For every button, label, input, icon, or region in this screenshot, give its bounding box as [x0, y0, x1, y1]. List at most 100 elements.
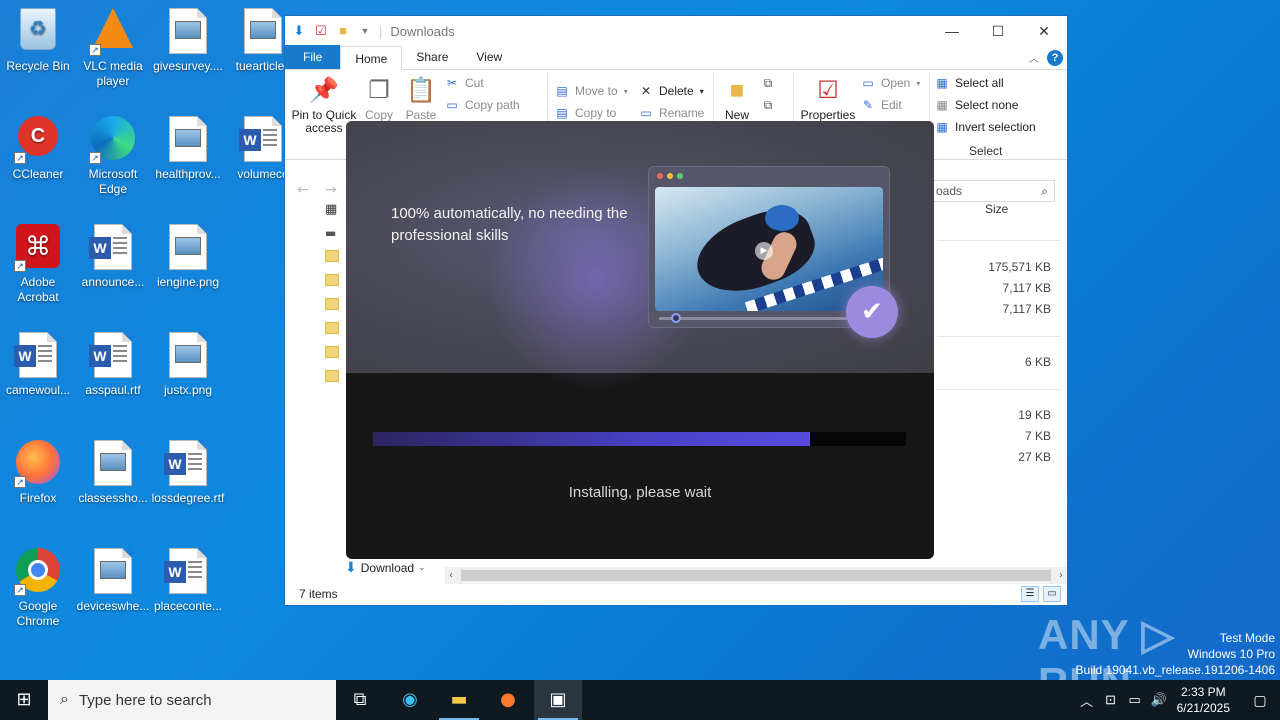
new-folder-icon: ■: [729, 77, 745, 104]
size-column-header[interactable]: Size: [985, 202, 1008, 216]
desktop-icon[interactable]: healthprov...: [150, 116, 226, 182]
details-view-icon[interactable]: ☰: [1021, 586, 1039, 602]
folder-icon: [325, 274, 339, 286]
desktop-icon-label: camewoul...: [5, 383, 71, 397]
tab-file[interactable]: File: [285, 45, 341, 69]
cut-button[interactable]: ✂ Cut: [445, 72, 520, 94]
installer-taskbar-icon[interactable]: ▣: [534, 680, 582, 720]
open-label: Open: [881, 76, 911, 90]
select-all-button[interactable]: ▦ Select all: [935, 72, 1036, 94]
rename-icon: ▭: [640, 106, 652, 120]
network-icon[interactable]: ▭: [1123, 692, 1147, 708]
desktop-icon[interactable]: Wannounce...: [75, 224, 151, 290]
taskbar-search-input[interactable]: ⌕ Type here to search: [48, 680, 336, 720]
desktop-icon[interactable]: ↗ Firefox: [0, 440, 76, 506]
clock[interactable]: 2:33 PM 6/21/2025: [1177, 684, 1230, 716]
help-icon[interactable]: ?: [1047, 50, 1063, 66]
task-view-icon[interactable]: ⧉: [336, 680, 384, 720]
installer-window[interactable]: 100% automatically, no needing the profe…: [346, 121, 934, 559]
firefox-taskbar-icon[interactable]: ●: [484, 680, 532, 720]
file-explorer-taskbar-icon[interactable]: ▬: [435, 680, 483, 720]
select-none-label: Select none: [955, 98, 1019, 112]
delete-button[interactable]: ✕ Delete ▾: [639, 80, 704, 102]
close-button[interactable]: ✕: [1021, 16, 1067, 46]
properties-check-icon[interactable]: ☑: [313, 23, 329, 39]
desktop-icon[interactable]: ↗ Microsoft Edge: [75, 116, 151, 197]
search-input[interactable]: oads ⌕: [933, 180, 1055, 202]
forward-arrow-icon[interactable]: →: [325, 182, 337, 198]
desktop-icon[interactable]: ↗ Google Chrome: [0, 548, 76, 629]
new-item-button[interactable]: ⧉: [761, 72, 775, 94]
watermark-line: Test Mode: [1219, 631, 1275, 645]
desktop-icon[interactable]: justx.png: [150, 332, 226, 398]
desktop-icon[interactable]: Wlossdegree.rtf: [150, 440, 226, 506]
customize-dropdown-icon[interactable]: ▼: [357, 23, 373, 39]
open-button[interactable]: ▭ Open ▾: [861, 72, 920, 94]
ribbon-tabs: File Home Share View ︿ ?: [285, 45, 1067, 70]
horizontal-scrollbar[interactable]: ‹ ›: [445, 567, 1067, 584]
file-size: 19 KB: [1018, 408, 1051, 422]
recycle-bin-icon: ♻: [14, 8, 62, 56]
maximize-button[interactable]: ☐: [975, 16, 1021, 46]
security-icon[interactable]: ⊡: [1099, 692, 1123, 708]
invert-selection-button[interactable]: ▦ Invert selection: [935, 116, 1035, 138]
desktop-icon[interactable]: ♻ Recycle Bin: [0, 8, 76, 74]
desktop-icon[interactable]: C ↗ CCleaner: [0, 116, 76, 182]
image-file-icon: [164, 332, 212, 380]
copy-path-button[interactable]: ▭ Copy path: [445, 94, 519, 116]
move-to-button[interactable]: ▤ Move to ▾: [555, 80, 627, 102]
desktop-icon[interactable]: classessho...: [75, 440, 151, 506]
file-size: 7,117 KB: [1002, 281, 1051, 295]
chevron-up-icon[interactable]: ︿: [1075, 691, 1099, 710]
select-none-button[interactable]: ▦ Select none: [935, 94, 1036, 116]
new-folder-button[interactable]: ■ New: [719, 76, 755, 122]
word-file-icon: W: [164, 440, 212, 488]
installer-headline: 100% automatically, no needing the profe…: [391, 205, 628, 244]
shortcut-arrow-icon: ↗: [14, 152, 26, 164]
large-icons-view-icon[interactable]: ▭: [1043, 586, 1061, 602]
clock-time: 2:33 PM: [1180, 685, 1226, 699]
shortcut-arrow-icon: ↗: [89, 152, 101, 164]
nav-item-label: Download: [360, 560, 415, 575]
scrollbar-thumb[interactable]: [461, 570, 1051, 581]
scroll-right-icon[interactable]: ›: [1059, 567, 1063, 584]
installer-banner: 100% automatically, no needing the profe…: [346, 121, 934, 391]
desktop-icon[interactable]: deviceswhe...: [75, 548, 151, 614]
chevron-down-icon[interactable]: ⌄: [418, 562, 426, 573]
tab-share[interactable]: Share: [402, 45, 462, 69]
pin-icon: 📌: [309, 77, 339, 104]
desktop-icon[interactable]: Wplaceconte...: [150, 548, 226, 614]
folder-icon: [325, 250, 339, 262]
desktop-icon-label: CCleaner: [12, 167, 64, 181]
edge-taskbar-icon[interactable]: ◉: [386, 680, 434, 720]
desktop-icon[interactable]: ⌘ ↗ Adobe Acrobat: [0, 224, 76, 305]
nav-item-downloads[interactable]: ⬇ Download ⌄: [345, 559, 426, 576]
tab-view[interactable]: View: [462, 45, 516, 69]
windows-start-icon[interactable]: ⊞: [0, 680, 48, 720]
notification-icon[interactable]: ▢: [1240, 692, 1280, 709]
desktop-icon-label: Adobe Acrobat: [17, 275, 59, 304]
copy-to-label: Copy to: [575, 106, 617, 120]
desktop-icon[interactable]: givesurvey....: [150, 8, 226, 74]
easy-access-button[interactable]: ⧉: [761, 94, 775, 116]
open-icon: ▭: [862, 76, 874, 90]
desktop-icon[interactable]: Wasspaul.rtf: [75, 332, 151, 398]
back-arrow-icon[interactable]: ←: [297, 182, 309, 198]
tab-home[interactable]: Home: [340, 46, 403, 70]
desktop-icon-label: Recycle Bin: [6, 59, 70, 73]
paste-button[interactable]: 📋 Paste: [401, 76, 441, 122]
scroll-left-icon[interactable]: ‹: [449, 567, 453, 584]
edit-button[interactable]: ✎ Edit: [861, 94, 920, 116]
desktop-icon[interactable]: Wcamewoul...: [0, 332, 76, 398]
title-bar[interactable]: ⬇ ☑ ■ ▼ | Downloads — ☐ ✕: [285, 16, 1067, 46]
collapse-ribbon-icon[interactable]: ︿: [1029, 50, 1039, 65]
desktop-icon[interactable]: ↗ VLC media player: [75, 8, 151, 89]
folder-icon[interactable]: ■: [335, 23, 351, 39]
desktop-icon[interactable]: iengine.png: [150, 224, 226, 290]
edge-icon: ↗: [89, 116, 137, 164]
volume-icon[interactable]: 🔊: [1147, 692, 1171, 708]
minimize-button[interactable]: —: [929, 16, 975, 46]
copy-button[interactable]: ❐ Copy: [359, 76, 399, 122]
properties-button[interactable]: ☑ Properties: [799, 76, 857, 122]
properties-icon: ☑: [817, 77, 839, 104]
